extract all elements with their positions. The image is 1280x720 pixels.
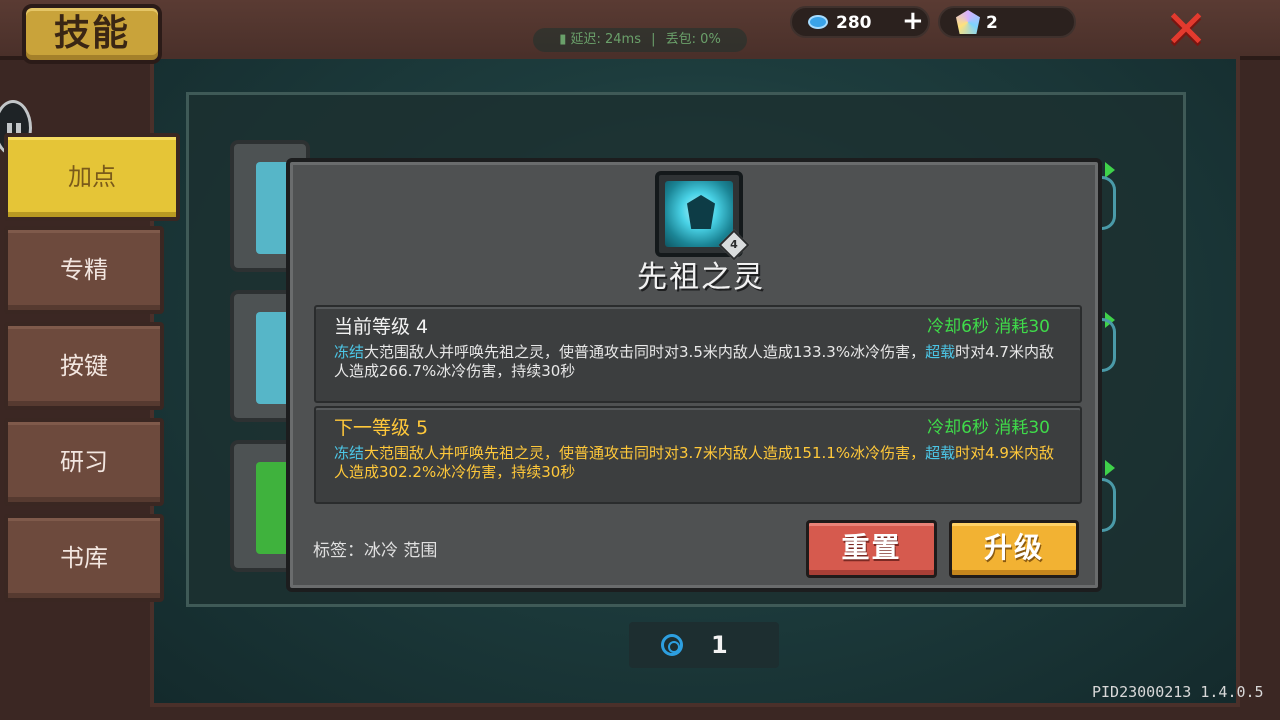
next-level-panel: 下一等级 5 冷却6秒 消耗30 冻结大范围敌人并呼唤先祖之灵，使普通攻击同时对… <box>314 406 1082 504</box>
plus-icon[interactable]: + <box>902 8 924 34</box>
upgrade-button[interactable]: 升级 <box>949 520 1079 578</box>
arrow-right-icon <box>1105 460 1115 476</box>
next-level-description: 冻结大范围敌人并呼唤先祖之灵，使普通攻击同时对3.7米内敌人造成151.1%冰冷… <box>334 444 1068 482</box>
keyword-freeze[interactable]: 冻结 <box>334 444 364 462</box>
tab-research[interactable]: 研习 <box>4 418 164 506</box>
tab-specialization[interactable]: 专精 <box>4 226 164 314</box>
description-text: 大范围敌人并呼唤先祖之灵，使普通攻击同时对3.5米内敌人造成133.3%冰冷伤害… <box>364 343 926 361</box>
right-frame <box>1238 60 1280 720</box>
current-level-panel: 当前等级 4 冷却6秒 消耗30 冻结大范围敌人并呼唤先祖之灵，使普通攻击同时对… <box>314 305 1082 403</box>
next-level-cost: 冷却6秒 消耗30 <box>927 418 1050 438</box>
page-indicator[interactable]: 1 <box>629 622 779 668</box>
skill-tags: 标签：冰冷 范围 <box>313 541 438 561</box>
ring-icon <box>1102 176 1116 230</box>
keyword-overload[interactable]: 超载 <box>925 444 955 462</box>
latency-label: 延迟: 24ms <box>570 32 641 47</box>
current-level-title: 当前等级 4 <box>334 316 429 338</box>
bottom-frame <box>0 706 1280 720</box>
next-level-title: 下一等级 5 <box>334 417 429 439</box>
skill-name: 先祖之灵 <box>637 260 765 295</box>
close-icon[interactable]: ✕ <box>1162 4 1210 56</box>
crystal-value: 2 <box>986 13 998 33</box>
gem-value: 280 <box>836 13 872 33</box>
reset-button[interactable]: 重置 <box>806 520 937 578</box>
build-id: PID23000213 1.4.0.5 <box>1092 683 1264 701</box>
crystal-counter: 2 <box>938 6 1076 38</box>
signal-icon: ▮ <box>559 32 567 47</box>
current-level-cost: 冷却6秒 消耗30 <box>927 317 1050 337</box>
separator: | <box>651 32 656 47</box>
spiral-icon <box>661 634 683 656</box>
crystal-icon <box>956 10 980 34</box>
page-number: 1 <box>711 631 728 659</box>
spirit-glyph <box>687 195 715 229</box>
gem-icon <box>808 15 828 29</box>
keyword-freeze[interactable]: 冻结 <box>334 343 364 361</box>
ring-icon <box>1102 478 1116 532</box>
tab-keybinds[interactable]: 按键 <box>4 322 164 410</box>
current-level-description: 冻结大范围敌人并呼唤先祖之灵，使普通攻击同时对3.5米内敌人造成133.3%冰冷… <box>334 343 1068 381</box>
ring-icon <box>1102 318 1116 372</box>
tab-library[interactable]: 书库 <box>4 514 164 602</box>
packet-loss-label: 丢包: 0% <box>665 32 721 47</box>
arrow-right-icon <box>1105 162 1115 178</box>
network-status: ▮ 延迟: 24ms | 丢包: 0% <box>533 28 747 52</box>
keyword-overload[interactable]: 超载 <box>925 343 955 361</box>
level-badge: 4 <box>730 238 738 251</box>
description-text: 大范围敌人并呼唤先祖之灵，使普通攻击同时对3.7米内敌人造成151.1%冰冷伤害… <box>364 444 926 462</box>
tab-add-points[interactable]: 加点 <box>4 133 180 221</box>
gem-counter: 280 + <box>790 6 930 38</box>
screen-title: 技能 <box>22 4 162 64</box>
